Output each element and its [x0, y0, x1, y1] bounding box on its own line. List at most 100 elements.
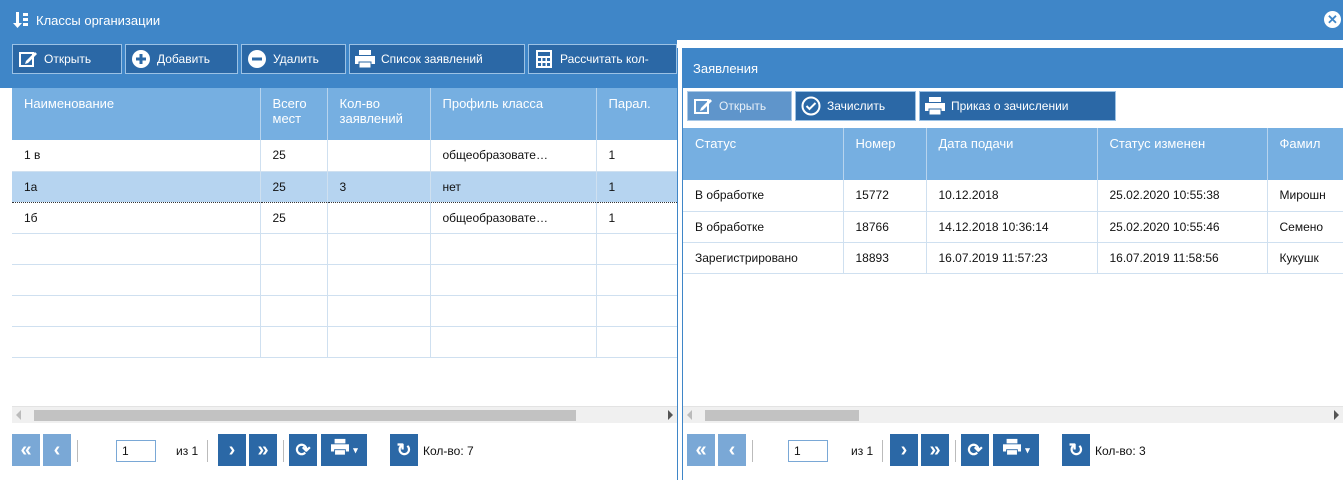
window-titlebar: Классы организации ✕	[0, 0, 1343, 40]
window-title: Классы организации	[36, 12, 161, 28]
scrollbar-thumb[interactable]	[705, 410, 859, 421]
prev-page-button[interactable]: ‹	[718, 434, 746, 466]
column-header-status-changed[interactable]: Статус изменен	[1097, 128, 1268, 180]
table-cell: нет	[430, 170, 597, 203]
column-header-name[interactable]: Наименование	[12, 88, 261, 140]
column-header-total-seats[interactable]: Всего мест	[260, 88, 328, 140]
page-number-input[interactable]: 1	[116, 440, 156, 462]
scroll-right-arrow-icon[interactable]	[1334, 410, 1339, 420]
separator	[752, 440, 753, 462]
separator	[77, 440, 78, 462]
table-row[interactable]: Зарегистрировано 18893 16.07.2019 11:57:…	[683, 242, 1343, 274]
table-cell: 1б	[12, 202, 261, 234]
table-cell	[327, 202, 431, 234]
first-page-button[interactable]: «	[12, 434, 40, 466]
table-row[interactable]: 1 в 25 общеобразовате… 1	[12, 140, 677, 172]
table-cell	[327, 140, 431, 172]
records-count: Кол-во: 3	[1095, 444, 1146, 458]
column-header-parallel[interactable]: Парал.	[596, 88, 677, 140]
refresh-button[interactable]: ⟳	[961, 434, 989, 466]
calculate-button[interactable]: Рассчитать кол-	[528, 44, 677, 74]
table-cell: В обработке	[683, 211, 844, 243]
enroll-order-button[interactable]: Приказ о зачислении	[919, 91, 1116, 121]
print-menu-button[interactable]: ▾	[993, 434, 1039, 466]
table-row-selected[interactable]: 1а 25 3 нет 1	[12, 170, 677, 203]
table-row-empty[interactable]	[12, 233, 677, 265]
next-page-button[interactable]: ›	[218, 434, 246, 466]
table-row[interactable]: В обработке 18766 14.12.2018 10:36:14 25…	[683, 211, 1343, 243]
table-row-empty[interactable]	[12, 264, 677, 296]
table-cell: В обработке	[683, 180, 844, 212]
print-menu-button[interactable]: ▾	[321, 434, 367, 466]
enroll-button[interactable]: Зачислить	[795, 91, 916, 121]
edit-icon	[692, 95, 714, 117]
close-icon[interactable]: ✕	[1324, 11, 1341, 28]
table-row-empty[interactable]	[12, 326, 677, 358]
scroll-left-arrow-icon[interactable]	[687, 410, 692, 420]
sort-icon	[10, 10, 32, 30]
scrollbar-thumb[interactable]	[34, 410, 576, 421]
applications-list-button[interactable]: Список заявлений	[349, 44, 525, 74]
page-number-input[interactable]: 1	[788, 440, 828, 462]
column-header-number[interactable]: Номер	[843, 128, 927, 180]
last-page-button[interactable]: »	[921, 434, 949, 466]
reload-button[interactable]: ↻	[1062, 434, 1090, 466]
enroll-order-label: Приказ о зачислении	[951, 99, 1069, 113]
table-cell: 25.02.2020 10:55:46	[1097, 211, 1268, 243]
first-page-button[interactable]: «	[687, 434, 715, 466]
separator	[882, 440, 883, 462]
separator	[207, 440, 208, 462]
enroll-button-label: Зачислить	[827, 99, 886, 113]
table-cell: 15772	[843, 180, 927, 212]
table-cell: 10.12.2018	[926, 180, 1098, 212]
separator	[283, 440, 284, 462]
classes-table: Наименование Всего мест Кол-во заявлений…	[12, 88, 677, 358]
application-open-button[interactable]: Открыть	[687, 91, 792, 121]
table-cell: Семено	[1267, 211, 1343, 243]
calculator-icon	[533, 48, 555, 70]
applications-pager: « ‹ 1 из 1 › » ⟳ ▾ ↻ Кол-во: 3	[687, 434, 1343, 474]
last-page-button[interactable]: »	[249, 434, 277, 466]
printer-icon	[354, 48, 376, 70]
table-cell: 25.02.2020 10:55:38	[1097, 180, 1268, 212]
application-open-label: Открыть	[719, 99, 767, 113]
table-row[interactable]: В обработке 15772 10.12.2018 25.02.2020 …	[683, 180, 1343, 212]
classes-toolbar: Открыть Добавить Удалить Список заявлени…	[0, 40, 677, 88]
chevron-down-icon: ▾	[1025, 444, 1030, 455]
open-button[interactable]: Открыть	[12, 44, 122, 74]
table-row[interactable]: 1б 25 общеобразовате… 1	[12, 202, 677, 234]
table-cell: 16.07.2019 11:58:56	[1097, 242, 1268, 274]
table-cell: 25	[260, 140, 328, 172]
applications-panel-title: Заявления	[693, 61, 759, 76]
table-cell: 25	[260, 170, 328, 203]
chevron-down-icon: ▾	[353, 444, 358, 455]
table-cell: 1	[596, 202, 677, 234]
next-page-button[interactable]: ›	[890, 434, 918, 466]
printer-icon	[924, 95, 946, 117]
column-header-class-profile[interactable]: Профиль класса	[430, 88, 597, 140]
classes-horizontal-scrollbar[interactable]	[12, 406, 677, 423]
scroll-left-arrow-icon[interactable]	[16, 410, 21, 420]
reload-button[interactable]: ↻	[390, 434, 418, 466]
separator	[955, 440, 956, 462]
printer-icon	[1002, 438, 1022, 462]
refresh-button[interactable]: ⟳	[289, 434, 317, 466]
applications-list-label: Список заявлений	[381, 52, 483, 66]
applications-horizontal-scrollbar[interactable]	[683, 406, 1343, 423]
column-header-surname[interactable]: Фамил	[1267, 128, 1343, 180]
prev-page-button[interactable]: ‹	[43, 434, 71, 466]
scroll-right-arrow-icon[interactable]	[668, 410, 673, 420]
table-cell: Мирошн	[1267, 180, 1343, 212]
table-cell: Зарегистрировано	[683, 242, 844, 274]
table-cell: 1 в	[12, 140, 261, 172]
add-button[interactable]: Добавить	[125, 44, 238, 74]
table-cell: Кукушк	[1267, 242, 1343, 274]
table-cell: 18893	[843, 242, 927, 274]
column-header-status[interactable]: Статус	[683, 128, 844, 180]
page-of-label: из 1	[176, 444, 199, 458]
column-header-applications-count[interactable]: Кол-во заявлений	[327, 88, 431, 140]
table-cell: 25	[260, 202, 328, 234]
table-row-empty[interactable]	[12, 295, 677, 327]
delete-button[interactable]: Удалить	[241, 44, 346, 74]
column-header-submitted-date[interactable]: Дата подачи	[926, 128, 1098, 180]
